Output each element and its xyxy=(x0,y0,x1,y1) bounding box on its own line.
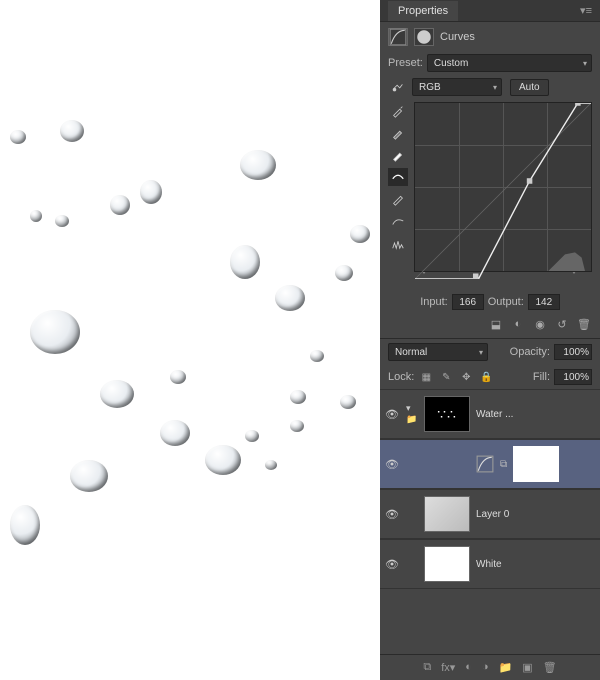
lock-all-icon[interactable]: 🔒 xyxy=(478,369,494,385)
water-drop xyxy=(140,180,162,204)
eyedropper-white-icon[interactable] xyxy=(388,146,408,164)
water-drop xyxy=(340,395,356,409)
layers-bottom-toolbar: ⧉ fx▾ ◐ ◑ 📁 ▣ 🗑 xyxy=(380,654,600,680)
panel-title[interactable]: Properties xyxy=(388,1,458,21)
curves-graph[interactable] xyxy=(414,102,592,272)
histogram xyxy=(415,251,585,271)
water-drop xyxy=(350,225,370,243)
water-drop xyxy=(335,265,353,281)
water-drop xyxy=(290,390,306,404)
layer-name-label[interactable]: Water ... xyxy=(476,409,596,420)
visibility-icon[interactable]: 👁 xyxy=(384,558,400,571)
clip-to-layer-icon[interactable]: ⬓ xyxy=(488,316,504,332)
reset-icon[interactable]: ↺ xyxy=(554,316,570,332)
layer-name-label[interactable]: Layer 0 xyxy=(476,509,596,520)
visibility-icon[interactable]: 👁 xyxy=(384,458,400,471)
canvas-area xyxy=(0,0,380,680)
layer-effects-icon[interactable]: fx▾ xyxy=(441,661,455,674)
layer-row[interactable]: 👁 ▾📁 ∵∴ Water ... xyxy=(380,389,600,439)
adjustment-name: Curves xyxy=(440,31,475,43)
view-previous-icon[interactable]: ◉ xyxy=(532,316,548,332)
opacity-field[interactable] xyxy=(554,344,592,360)
layers-header: Normal Opacity: xyxy=(380,339,600,365)
water-drop xyxy=(230,245,260,279)
water-drop xyxy=(30,310,80,354)
curves-adjustment-icon xyxy=(388,28,408,46)
group-icon[interactable]: 📁 xyxy=(499,661,513,674)
channel-dropdown[interactable]: RGB xyxy=(412,78,502,96)
input-label: Input: xyxy=(420,296,448,308)
new-layer-icon[interactable]: ▣ xyxy=(522,661,532,674)
link-layers-icon[interactable]: ⧉ xyxy=(423,661,431,674)
water-drop xyxy=(240,150,276,180)
visibility-icon[interactable]: 👁 xyxy=(384,408,400,421)
lock-transparency-icon[interactable]: ▦ xyxy=(418,369,434,385)
pencil-tool-icon[interactable] xyxy=(388,190,408,208)
finger-tool-icon[interactable] xyxy=(388,78,408,96)
opacity-label: Opacity: xyxy=(510,346,550,358)
panel-menu-icon[interactable]: ▾≡ xyxy=(580,4,592,17)
layer-name-label[interactable]: White xyxy=(476,559,596,570)
delete-layer-icon[interactable]: 🗑 xyxy=(543,661,557,674)
properties-panel: Properties ▾≡ Curves Preset: Custom RGB … xyxy=(380,0,600,680)
mask-icon xyxy=(414,28,434,46)
link-icon[interactable]: ⧉ xyxy=(500,459,507,470)
fill-label: Fill: xyxy=(533,371,550,383)
water-drop xyxy=(205,445,241,475)
water-drop xyxy=(160,420,190,446)
trash-icon[interactable]: 🗑 xyxy=(576,316,592,332)
smooth-tool-icon[interactable] xyxy=(388,212,408,230)
layers-list: 👁 ▾📁 ∵∴ Water ... 👁 ⧉ 👁 Layer 0 👁 White xyxy=(380,389,600,654)
water-drop xyxy=(55,215,69,227)
output-field[interactable] xyxy=(528,294,560,310)
layer-thumbnail[interactable] xyxy=(424,496,470,532)
water-drop xyxy=(30,210,42,222)
layer-row[interactable]: 👁 ⧉ xyxy=(380,439,600,489)
visibility-icon[interactable]: 👁 xyxy=(384,508,400,521)
water-drop xyxy=(170,370,186,384)
blend-mode-dropdown[interactable]: Normal xyxy=(388,343,488,361)
output-label: Output: xyxy=(488,296,524,308)
water-drop xyxy=(10,505,40,545)
adjustment-layer-icon[interactable]: ◑ xyxy=(482,661,489,674)
water-drop xyxy=(10,130,26,144)
lock-label: Lock: xyxy=(388,371,414,383)
curves-layer-icon xyxy=(476,457,494,471)
eyedropper-gray-icon[interactable] xyxy=(388,124,408,142)
water-drop xyxy=(110,195,130,215)
fill-field[interactable] xyxy=(554,369,592,385)
water-drop xyxy=(265,460,277,470)
curves-tools xyxy=(388,102,408,272)
mask-thumbnail[interactable] xyxy=(513,446,559,482)
water-drop xyxy=(70,460,108,492)
layer-thumbnail[interactable]: ∵∴ xyxy=(424,396,470,432)
clip-histogram-icon[interactable] xyxy=(388,234,408,252)
input-field[interactable] xyxy=(452,294,484,310)
layer-mask-icon[interactable]: ◐ xyxy=(465,661,472,674)
layer-thumbnail[interactable] xyxy=(424,546,470,582)
expand-icon[interactable]: ▾📁 xyxy=(406,403,418,425)
eyedropper-black-icon[interactable] xyxy=(388,102,408,120)
point-curve-tool-icon[interactable] xyxy=(388,168,408,186)
water-drop xyxy=(60,120,84,142)
water-drop xyxy=(275,285,305,311)
layer-row[interactable]: 👁 Layer 0 xyxy=(380,489,600,539)
preset-label: Preset: xyxy=(388,57,423,69)
curves-properties: Curves Preset: Custom RGB Auto xyxy=(380,22,600,339)
water-drop xyxy=(290,420,304,432)
water-drop xyxy=(310,350,324,362)
preset-dropdown[interactable]: Custom xyxy=(427,54,592,72)
lock-position-icon[interactable]: ✥ xyxy=(458,369,474,385)
panel-header: Properties ▾≡ xyxy=(380,0,600,22)
layer-row[interactable]: 👁 White xyxy=(380,539,600,589)
water-drop xyxy=(100,380,134,408)
toggle-mask-icon[interactable]: ◐ xyxy=(510,316,526,332)
lock-pixels-icon[interactable]: ✎ xyxy=(438,369,454,385)
auto-button[interactable]: Auto xyxy=(510,79,549,96)
water-drop xyxy=(245,430,259,442)
